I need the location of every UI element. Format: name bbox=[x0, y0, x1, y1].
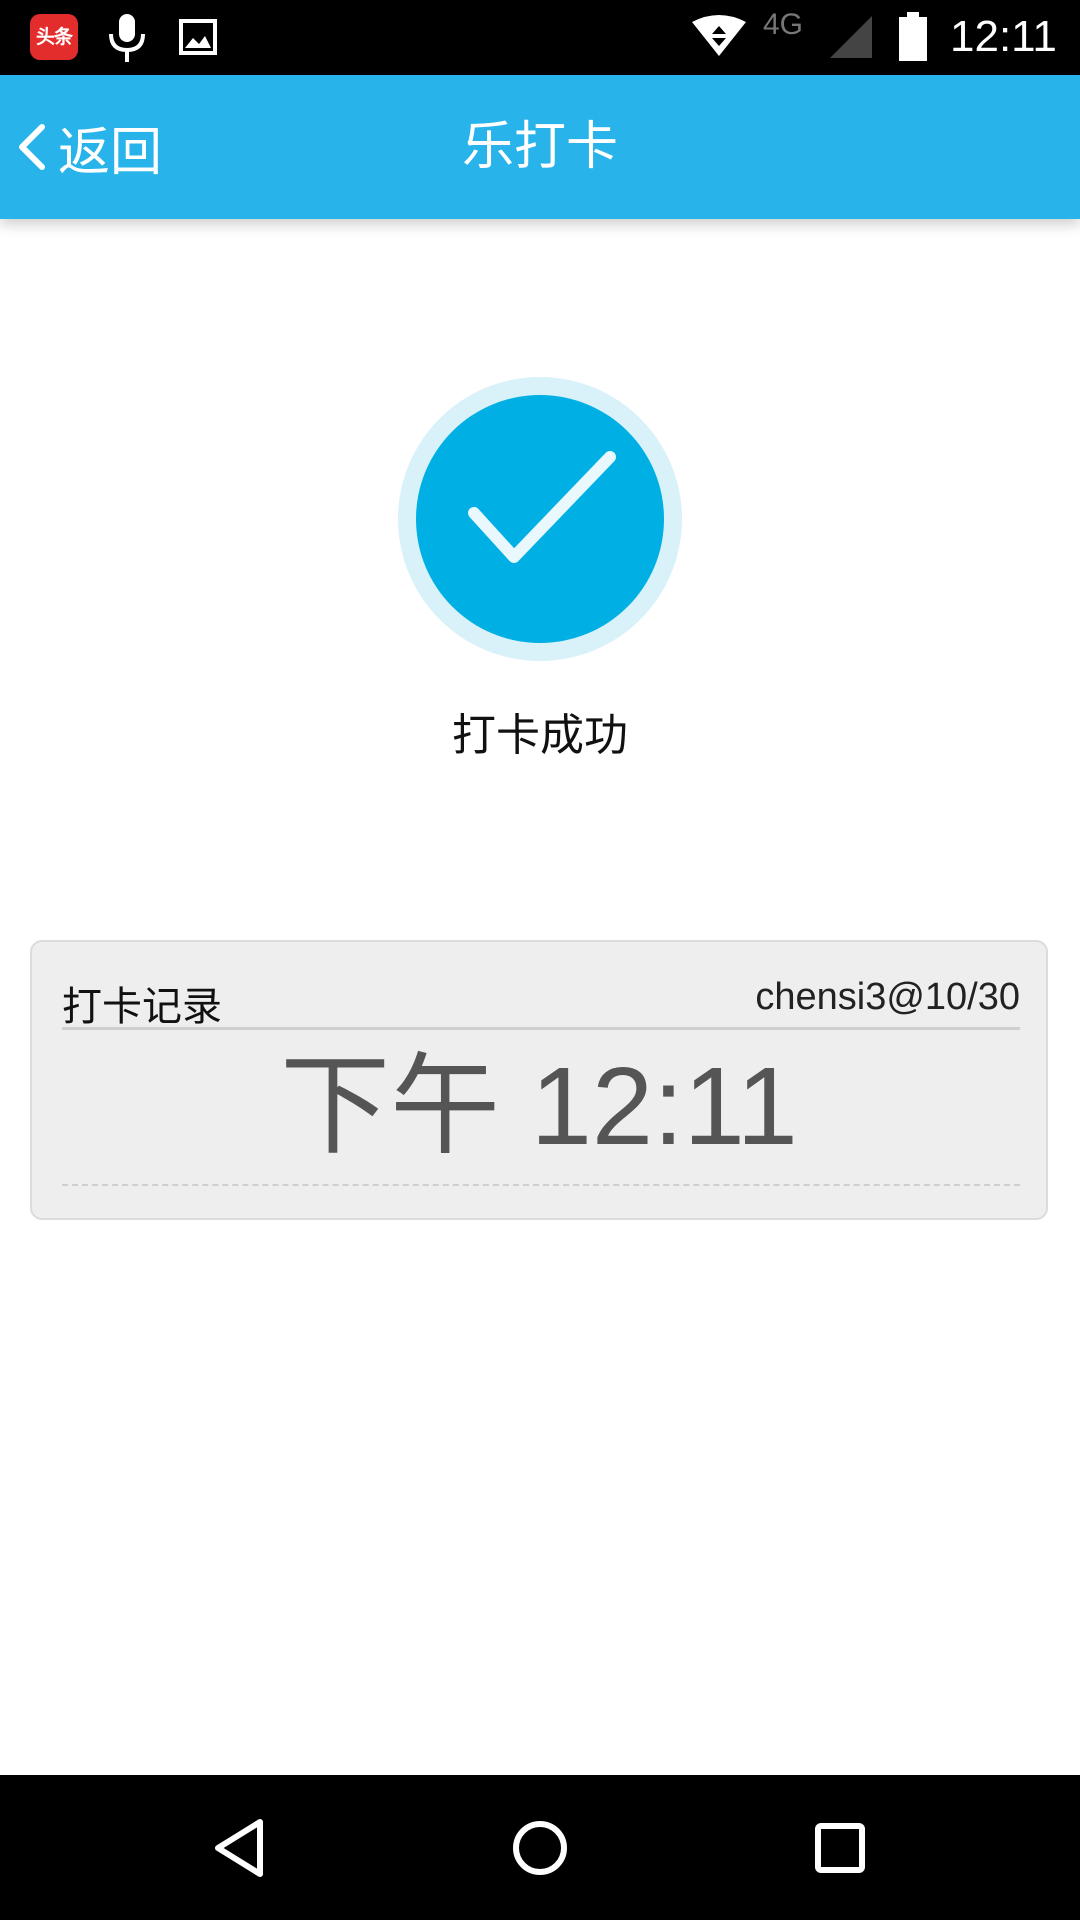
dashed-divider bbox=[62, 1184, 1020, 1186]
wifi-icon bbox=[692, 15, 746, 56]
navigation-bar bbox=[0, 1775, 1080, 1920]
recents-square-icon bbox=[815, 1822, 865, 1873]
network-type: 4G bbox=[763, 8, 804, 41]
status-time: 12:11 bbox=[950, 12, 1057, 61]
battery-icon bbox=[899, 12, 927, 61]
back-button[interactable]: 返回 bbox=[12, 75, 162, 219]
home-circle-icon bbox=[513, 1820, 567, 1875]
nav-recents-button[interactable] bbox=[770, 1775, 910, 1920]
toutiao-app-icon: 头条 bbox=[30, 14, 78, 60]
nav-back-button[interactable] bbox=[170, 1775, 310, 1920]
record-title: 打卡记录 bbox=[62, 984, 222, 1030]
status-bar: 头条 4G 12:11 bbox=[0, 0, 1080, 75]
microphone-icon bbox=[109, 14, 145, 62]
chevron-left-icon bbox=[19, 124, 45, 170]
success-badge bbox=[398, 377, 682, 661]
record-user: chensi3@10/30 bbox=[755, 976, 1020, 1018]
success-message: 打卡成功 bbox=[452, 710, 628, 761]
record-time: 下午 12:11 bbox=[280, 1045, 798, 1168]
record-header: 打卡记录 chensi3@10/30 bbox=[62, 972, 1020, 1030]
success-circle bbox=[416, 395, 664, 643]
punch-record-card: 打卡记录 chensi3@10/30 下午 12:11 bbox=[30, 940, 1048, 1220]
main-content: 打卡成功 打卡记录 chensi3@10/30 下午 12:11 bbox=[0, 219, 1080, 1775]
title-bar: 乐打卡 返回 bbox=[0, 75, 1080, 219]
back-label: 返回 bbox=[58, 122, 163, 183]
image-icon bbox=[179, 19, 217, 55]
back-triangle-icon bbox=[215, 1818, 263, 1877]
checkmark-icon bbox=[468, 451, 616, 563]
nav-home-button[interactable] bbox=[470, 1775, 610, 1920]
cell-signal-icon bbox=[830, 16, 872, 58]
